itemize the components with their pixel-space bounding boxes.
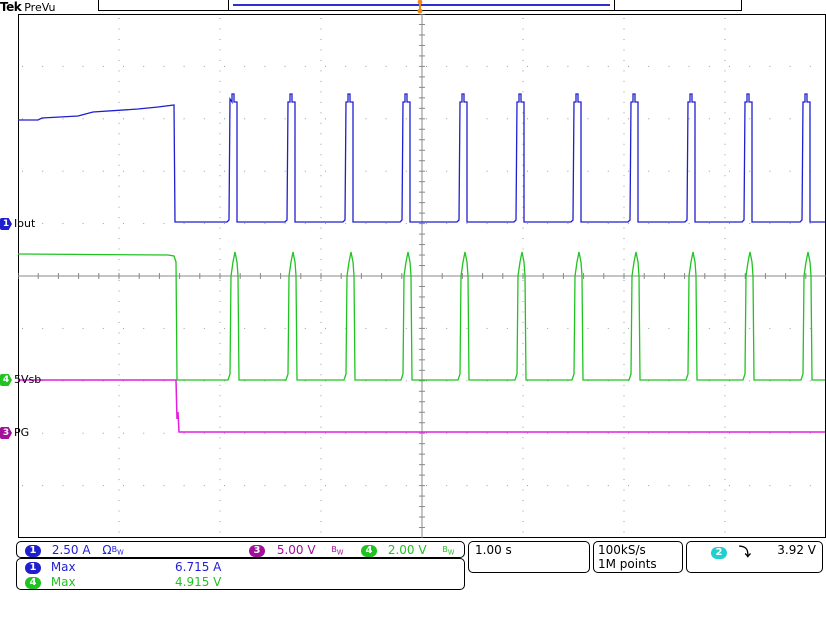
measurement-2-value: 4.915 V: [175, 575, 222, 589]
ch1-label: Iout: [14, 217, 36, 230]
ch4-badge: 4: [361, 544, 377, 557]
ch4-bandwidth-icon: BW: [442, 544, 455, 557]
sample-rate: 100kS/s: [598, 543, 646, 557]
measurement-1-name: Max: [50, 560, 76, 574]
ch4-scale: 2.00 V: [387, 543, 427, 557]
ch3-bandwidth-icon: BW: [331, 544, 344, 557]
ch1-badge: 1: [25, 544, 41, 557]
ch3-label: PG: [14, 426, 30, 439]
vertical-scale-readout[interactable]: 1 2.50 A ΩBW 3 5.00 V BW 4 2.00 V BW: [16, 541, 465, 558]
ch4-label: 5Vsb: [14, 373, 42, 386]
measurement-2-name: Max: [50, 575, 76, 589]
measurement-row: 4 Max 4.915 V: [25, 575, 221, 589]
trigger-position-icon[interactable]: [416, 0, 424, 14]
acquisition-readout[interactable]: 100kS/s 1M points: [593, 541, 683, 573]
ch4-marker[interactable]: 4 5Vsb: [0, 374, 41, 386]
horizontal-scale-readout[interactable]: 1.00 s: [468, 541, 590, 573]
ch3-badge: 3: [249, 544, 265, 557]
trigger-readout[interactable]: 2 ⤵ 3.92 V: [686, 541, 823, 573]
ch3-marker-tag: 3: [0, 427, 12, 439]
ch3-scale: 5.00 V: [276, 543, 316, 557]
ch1-marker-tag: 1: [0, 218, 12, 230]
trigger-source-badge: 2: [711, 546, 727, 559]
measurement-row: 1 Max 6.715 A: [25, 560, 221, 574]
acquisition-mode: PreVu: [24, 1, 56, 14]
record-length: 1M points: [598, 557, 657, 571]
timebase-scale: 1.00 s: [475, 543, 512, 557]
trigger-level: 3.92 V: [777, 543, 816, 557]
measurement-2-source-badge: 4: [25, 576, 41, 589]
ch3-marker[interactable]: 3 PG: [0, 427, 29, 439]
ch1-coupling-icon: Ω: [102, 543, 112, 557]
brand-name: Tek: [0, 0, 22, 14]
waveform-display[interactable]: [18, 14, 826, 538]
ch4-marker-tag: 4: [0, 374, 12, 386]
trigger-slope-icon: ⤵: [738, 545, 751, 559]
ch1-bandwidth-icon: BW: [111, 544, 124, 557]
ch1-marker[interactable]: 1 Iout: [0, 218, 35, 230]
ch1-scale: 2.50 A: [51, 543, 91, 557]
measurement-readout[interactable]: 1 Max 6.715 A 4 Max 4.915 V: [16, 558, 465, 590]
measurement-1-source-badge: 1: [25, 561, 41, 574]
measurement-1-value: 6.715 A: [175, 560, 222, 574]
